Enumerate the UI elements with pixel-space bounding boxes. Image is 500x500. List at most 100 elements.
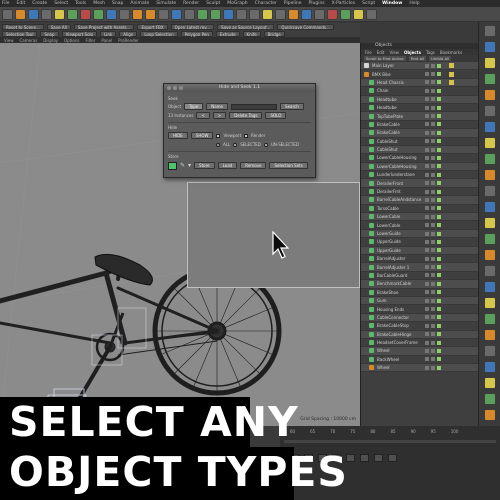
render-visibility-dot-icon[interactable] [431, 248, 435, 253]
live-selection-icon[interactable] [28, 8, 39, 20]
tag-icon[interactable] [449, 79, 454, 85]
object-row[interactable]: BrakeCableHinge [361, 330, 478, 339]
editor-visibility-dot-icon[interactable] [425, 231, 429, 236]
render-visibility-dot-icon[interactable] [431, 332, 435, 337]
render-visibility-dot-icon[interactable] [431, 97, 435, 102]
editor-visibility-dot-icon[interactable] [425, 348, 429, 353]
object-row[interactable]: Wheel [361, 364, 478, 373]
render-visibility-dot-icon[interactable] [431, 307, 435, 312]
editor-visibility-dot-icon[interactable] [425, 130, 429, 135]
viewport-menu-view[interactable]: View [4, 38, 14, 43]
enabled-check-icon[interactable] [437, 323, 441, 328]
type-toggle[interactable]: Type [184, 103, 204, 110]
render-visibility-dot-icon[interactable] [431, 281, 435, 286]
viewport-menu-panel[interactable]: Panel [101, 38, 112, 43]
editor-visibility-dot-icon[interactable] [425, 273, 429, 278]
menu-item-pipeline[interactable]: Pipeline [284, 1, 302, 6]
load-button[interactable]: Load [217, 162, 238, 169]
tag-icon[interactable] [366, 8, 377, 20]
show-button[interactable]: SHOW [190, 132, 214, 139]
object-row[interactable]: LowerCableHousing [361, 154, 478, 163]
menu-item-mesh[interactable]: Mesh [93, 1, 105, 6]
editor-visibility-dot-icon[interactable] [425, 147, 429, 152]
store-button[interactable]: Store [194, 162, 215, 169]
menu-item-render[interactable]: Render [183, 1, 199, 6]
lock-icon[interactable] [483, 201, 496, 213]
z-axis-icon[interactable] [106, 8, 117, 20]
render-visibility-dot-icon[interactable] [431, 357, 435, 362]
plugin-button-reset-to-scene-[interactable]: Reset to Scene... [2, 23, 44, 30]
object-row[interactable]: Headtube [361, 104, 478, 113]
menu-item-select[interactable]: Select [54, 1, 68, 6]
render-visibility-dot-icon[interactable] [431, 88, 435, 93]
object-row[interactable]: BarrelCableAndstance [361, 196, 478, 205]
menu-item-help[interactable]: Help [409, 1, 419, 6]
enabled-check-icon[interactable] [437, 239, 441, 244]
delete-tags-button[interactable]: Delete Tags [229, 112, 263, 119]
render-visibility-dot-icon[interactable] [431, 214, 435, 219]
om-menu-objects[interactable]: Objects [404, 50, 421, 55]
render-visibility-dot-icon[interactable] [431, 189, 435, 194]
object-row[interactable]: BrakeCableStop [361, 322, 478, 331]
enabled-check-icon[interactable] [437, 315, 441, 320]
object-row[interactable]: TorsoCable [361, 205, 478, 214]
object-row[interactable]: Headtube [361, 95, 478, 104]
render-visibility-dot-icon[interactable] [431, 239, 435, 244]
enabled-check-icon[interactable] [437, 365, 441, 370]
object-row[interactable]: Housing Ends [361, 305, 478, 314]
x-axis-icon[interactable] [80, 8, 91, 20]
plugin-button-save-all[interactable]: Save All [46, 23, 71, 30]
menu-item-sculpt[interactable]: Sculpt [206, 1, 220, 6]
enabled-check-icon[interactable] [437, 105, 441, 110]
record-icon[interactable] [360, 454, 369, 462]
enabled-check-icon[interactable] [437, 155, 441, 160]
enabled-check-icon[interactable] [437, 340, 441, 345]
editor-visibility-dot-icon[interactable] [425, 72, 429, 77]
plugin-button-align[interactable]: Align [119, 30, 138, 37]
plugin-button-bridge[interactable]: Bridge [263, 30, 285, 37]
render-visibility-dot-icon[interactable] [431, 348, 435, 353]
color-swatch[interactable] [168, 161, 177, 170]
plugin-button-selection-tool[interactable]: Selection Tool [2, 30, 38, 37]
editor-visibility-dot-icon[interactable] [425, 223, 429, 228]
plugin-button-polygon-pen[interactable]: Polygon Pen [180, 30, 213, 37]
solo-button[interactable]: SOLO [265, 112, 287, 119]
enabled-check-icon[interactable] [437, 214, 441, 219]
enabled-check-icon[interactable] [437, 189, 441, 194]
enabled-check-icon[interactable] [437, 223, 441, 228]
selection-sets-button[interactable]: Selection Sets [269, 162, 308, 169]
snap-icon[interactable] [483, 169, 496, 181]
all-radio[interactable] [216, 142, 220, 147]
enabled-check-icon[interactable] [437, 281, 441, 286]
remove-button[interactable]: Remove [240, 162, 267, 169]
enabled-check-icon[interactable] [437, 114, 441, 119]
enabled-check-icon[interactable] [437, 164, 441, 169]
editor-visibility-dot-icon[interactable] [425, 298, 429, 303]
object-row[interactable]: CableShut [361, 145, 478, 155]
hide-button[interactable]: HIDE [168, 132, 188, 139]
enabled-check-icon[interactable] [437, 63, 441, 68]
object-row[interactable]: UpperGuide [361, 246, 478, 255]
solo-icon[interactable] [483, 185, 496, 197]
enabled-check-icon[interactable] [437, 307, 441, 312]
close-hole-icon[interactable] [483, 409, 496, 421]
timeline-scrubber[interactable] [284, 440, 496, 443]
enabled-check-icon[interactable] [437, 248, 441, 253]
selected-radio[interactable] [233, 142, 238, 147]
cache-icon[interactable] [314, 8, 325, 20]
object-row[interactable]: BenchmarkCable [361, 280, 478, 289]
render-visibility-dot-icon[interactable] [431, 197, 435, 202]
light-icon[interactable] [262, 8, 273, 20]
plugin-button-loop-selection[interactable]: Loop Selection [140, 30, 178, 37]
menu-item-snap[interactable]: Snap [112, 1, 123, 6]
undo-icon[interactable] [2, 8, 13, 20]
symmetry-icon[interactable] [483, 233, 496, 245]
sculpt-icon[interactable] [483, 281, 496, 293]
enabled-check-icon[interactable] [437, 332, 441, 337]
viewport-menu-options[interactable]: Options [64, 38, 79, 43]
menu-item-plugins[interactable]: Plugins [309, 1, 325, 6]
bevel-icon[interactable] [483, 345, 496, 357]
bridge-icon[interactable] [483, 393, 496, 405]
viewport-menu-cameras[interactable]: Cameras [20, 38, 38, 43]
enabled-check-icon[interactable] [437, 172, 441, 177]
